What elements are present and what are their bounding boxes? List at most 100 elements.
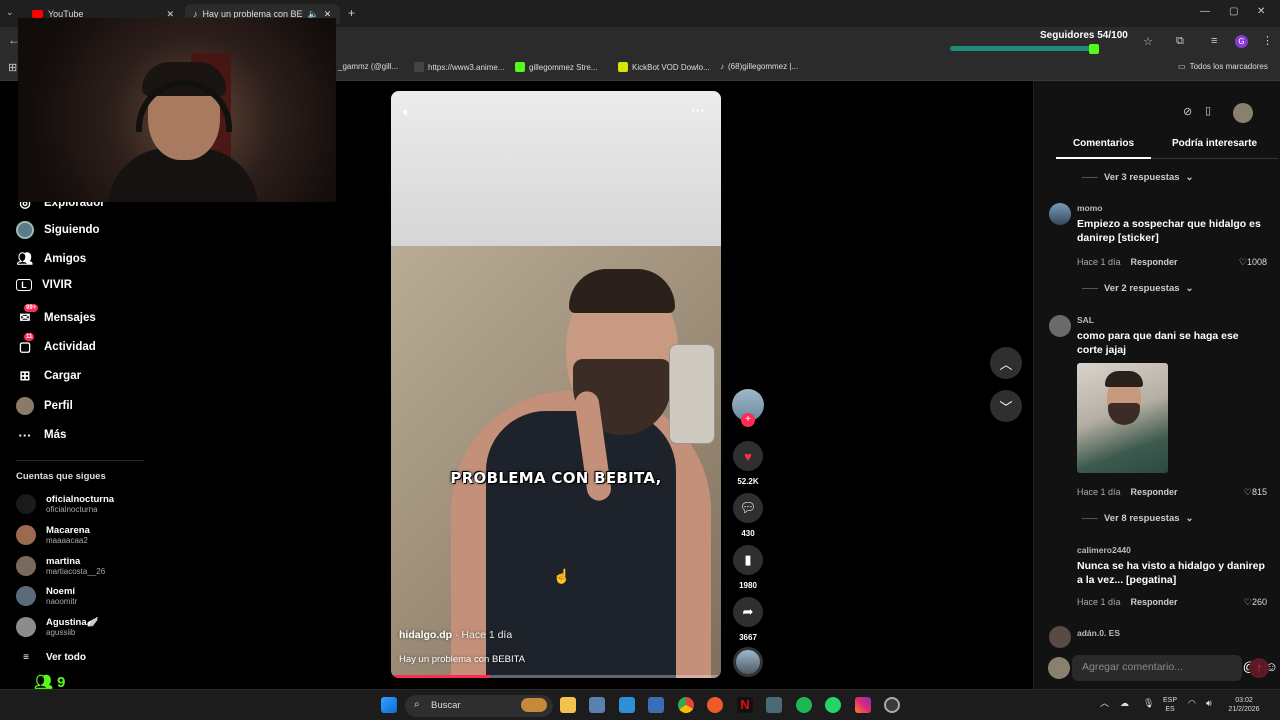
tab-related[interactable]: Podría interesarte — [1151, 138, 1278, 159]
volume-icon[interactable]: 🔈︎ — [403, 104, 411, 120]
see-all-link[interactable]: ≡ Ver todo — [16, 652, 86, 663]
bookmark-item[interactable]: https://www3.anime... — [414, 62, 504, 72]
next-video-button[interactable]: ﹀ — [990, 390, 1022, 422]
clock[interactable]: 03:02 21/2/2026 — [1226, 696, 1262, 714]
chrome-icon[interactable] — [678, 697, 694, 713]
chevron-up-icon: ︿ — [999, 356, 1013, 372]
comment-like-button[interactable]: ♡260 — [1244, 597, 1267, 608]
sidebar-item-friends[interactable]: 👥︎ Amigos — [16, 250, 86, 268]
bookmark-star-icon[interactable]: ☆ — [1143, 35, 1153, 48]
post-comment-button[interactable]: ↑ — [1249, 658, 1269, 678]
bookmark-item[interactable]: _gammz (@gill... — [338, 62, 398, 71]
messages-icon: ✉ 99+ — [19, 304, 39, 325]
volume-tray-icon[interactable]: 🔊︎ — [1206, 699, 1212, 708]
panel-tabs: Comentarios Podría interesarte — [1056, 138, 1278, 159]
onedrive-icon[interactable]: ☁ — [1120, 699, 1129, 708]
browser-menu-icon[interactable]: ⋮ — [1262, 34, 1273, 47]
comment-image[interactable] — [1077, 363, 1168, 473]
avatar[interactable] — [1049, 203, 1071, 225]
photos-icon[interactable] — [619, 697, 635, 713]
tab-list-chevron-icon[interactable]: ⌄ — [6, 7, 14, 18]
previous-video-button[interactable]: ︿ — [990, 347, 1022, 379]
following-account[interactable]: Agustina🪽 agussiib — [16, 617, 98, 637]
app-circle-icon[interactable] — [884, 697, 900, 713]
bookmark-item[interactable]: KickBot VOD Dowlo... — [618, 62, 710, 72]
video-progress-fill — [391, 675, 490, 678]
like-button[interactable]: ♥ 52.2K — [732, 441, 764, 486]
comment-like-button[interactable]: ♡815 — [1244, 487, 1267, 498]
new-tab-button[interactable]: + — [348, 6, 355, 20]
instagram-icon[interactable] — [855, 697, 871, 713]
sidebar-item-activity[interactable]: ▢ 11 Actividad — [16, 333, 96, 356]
minimize-icon[interactable]: — — [1200, 6, 1210, 17]
netflix-icon[interactable]: N — [737, 697, 753, 713]
windows-start-icon[interactable] — [381, 697, 397, 713]
video-author-line[interactable]: hidalgo.dp · Hace 1 día — [399, 629, 512, 641]
bookmark-item[interactable]: gillegommez Stre... — [515, 62, 597, 72]
sidebar-item-live[interactable]: L VIVIR — [16, 279, 72, 291]
close-window-icon[interactable]: ✕ — [1257, 6, 1265, 17]
comment-username[interactable]: calimero2440 — [1077, 545, 1131, 555]
all-bookmarks-folder[interactable]: ▭ Todos los marcadores — [1178, 62, 1268, 71]
app-icon[interactable] — [648, 697, 664, 713]
avatar[interactable] — [1049, 315, 1071, 337]
following-account[interactable]: Macarena maaaacaa2 — [16, 525, 90, 545]
sidebar-item-more[interactable]: ··· Más — [16, 426, 67, 444]
sidebar-item-profile[interactable]: Perfil — [16, 397, 73, 415]
reading-list-icon[interactable]: ≡ — [1211, 35, 1217, 47]
comment-username[interactable]: SAL — [1077, 315, 1094, 325]
embed-icon[interactable]: ⊘ — [1183, 105, 1192, 118]
video-options-icon[interactable]: ··· — [691, 102, 705, 118]
video-player[interactable]: 🔈︎ ··· PROBLEMA CON BEBITA, hidalgo.dp ·… — [391, 91, 721, 678]
file-explorer-icon[interactable] — [560, 697, 576, 713]
comment-time: Hace 1 día — [1077, 487, 1121, 497]
comment-input[interactable]: Agregar comentario... @ ☺ — [1072, 655, 1278, 681]
video-author[interactable]: hidalgo.dp — [399, 629, 452, 641]
wifi-icon[interactable]: ◠ — [1188, 699, 1196, 708]
user-avatar[interactable] — [1233, 103, 1253, 123]
microphone-icon[interactable]: 🎙︎ — [1143, 699, 1154, 708]
device-icon[interactable]: ▯ — [1205, 104, 1211, 117]
extensions-icon[interactable]: ⧉ — [1176, 35, 1184, 48]
reply-button[interactable]: Responder — [1131, 257, 1178, 268]
following-account[interactable]: Noemí naoomitr — [16, 586, 77, 606]
comment-button[interactable]: 💬︎ 430 — [732, 493, 764, 538]
comment-like-button[interactable]: ♡1008 — [1239, 257, 1267, 268]
store-icon[interactable] — [589, 697, 605, 713]
creator-avatar[interactable]: + — [732, 389, 764, 427]
following-account[interactable]: martina martiacosta__26 — [16, 556, 105, 576]
language-indicator[interactable]: ESP ES — [1163, 696, 1177, 714]
reply-button[interactable]: Responder — [1131, 487, 1178, 498]
editor-icon[interactable] — [766, 697, 782, 713]
bookmark-icon: ▮ — [733, 545, 763, 575]
view-replies[interactable]: Ver 8 respuestas ⌄ — [1082, 513, 1194, 524]
bookmark-item[interactable]: ♪ (68)gillegommez |... — [720, 62, 798, 71]
maximize-icon[interactable]: ▢ — [1229, 6, 1238, 17]
apps-grid-icon[interactable]: ⊞ — [8, 61, 17, 74]
avatar[interactable] — [1049, 545, 1071, 567]
sound-disc[interactable] — [732, 647, 764, 677]
comment-username[interactable]: adán.0. ES — [1077, 628, 1120, 638]
view-replies[interactable]: Ver 3 respuestas ⌄ — [1082, 172, 1194, 183]
sidebar-item-messages[interactable]: ✉ 99+ Mensajes — [16, 304, 96, 327]
tab-comments[interactable]: Comentarios — [1056, 138, 1151, 159]
avatar — [16, 525, 36, 545]
sidebar-item-following[interactable]: Siguiendo — [16, 221, 100, 239]
video-progress-bar[interactable] — [391, 675, 721, 678]
share-button[interactable]: ➦ 3667 — [732, 597, 764, 642]
sidebar-item-upload[interactable]: ⊞ Cargar — [16, 367, 82, 385]
avatar[interactable] — [1049, 626, 1071, 648]
taskbar-search[interactable]: ⌕ Buscar — [405, 695, 553, 717]
save-button[interactable]: ▮ 1980 — [732, 545, 764, 590]
obs-like-icon[interactable] — [707, 697, 723, 713]
following-account[interactable]: oficialnocturna oficialnocturna — [16, 494, 114, 514]
profile-avatar-icon[interactable]: G — [1235, 35, 1248, 48]
view-replies[interactable]: Ver 2 respuestas ⌄ — [1082, 283, 1194, 294]
tray-overflow-icon[interactable]: ︿ — [1100, 699, 1109, 708]
whatsapp-icon[interactable] — [825, 697, 841, 713]
spotify-icon[interactable] — [796, 697, 812, 713]
comment-username[interactable]: momo — [1077, 203, 1103, 213]
kick-icon — [515, 62, 525, 72]
reply-button[interactable]: Responder — [1131, 597, 1178, 608]
follow-plus-icon[interactable]: + — [741, 413, 755, 427]
